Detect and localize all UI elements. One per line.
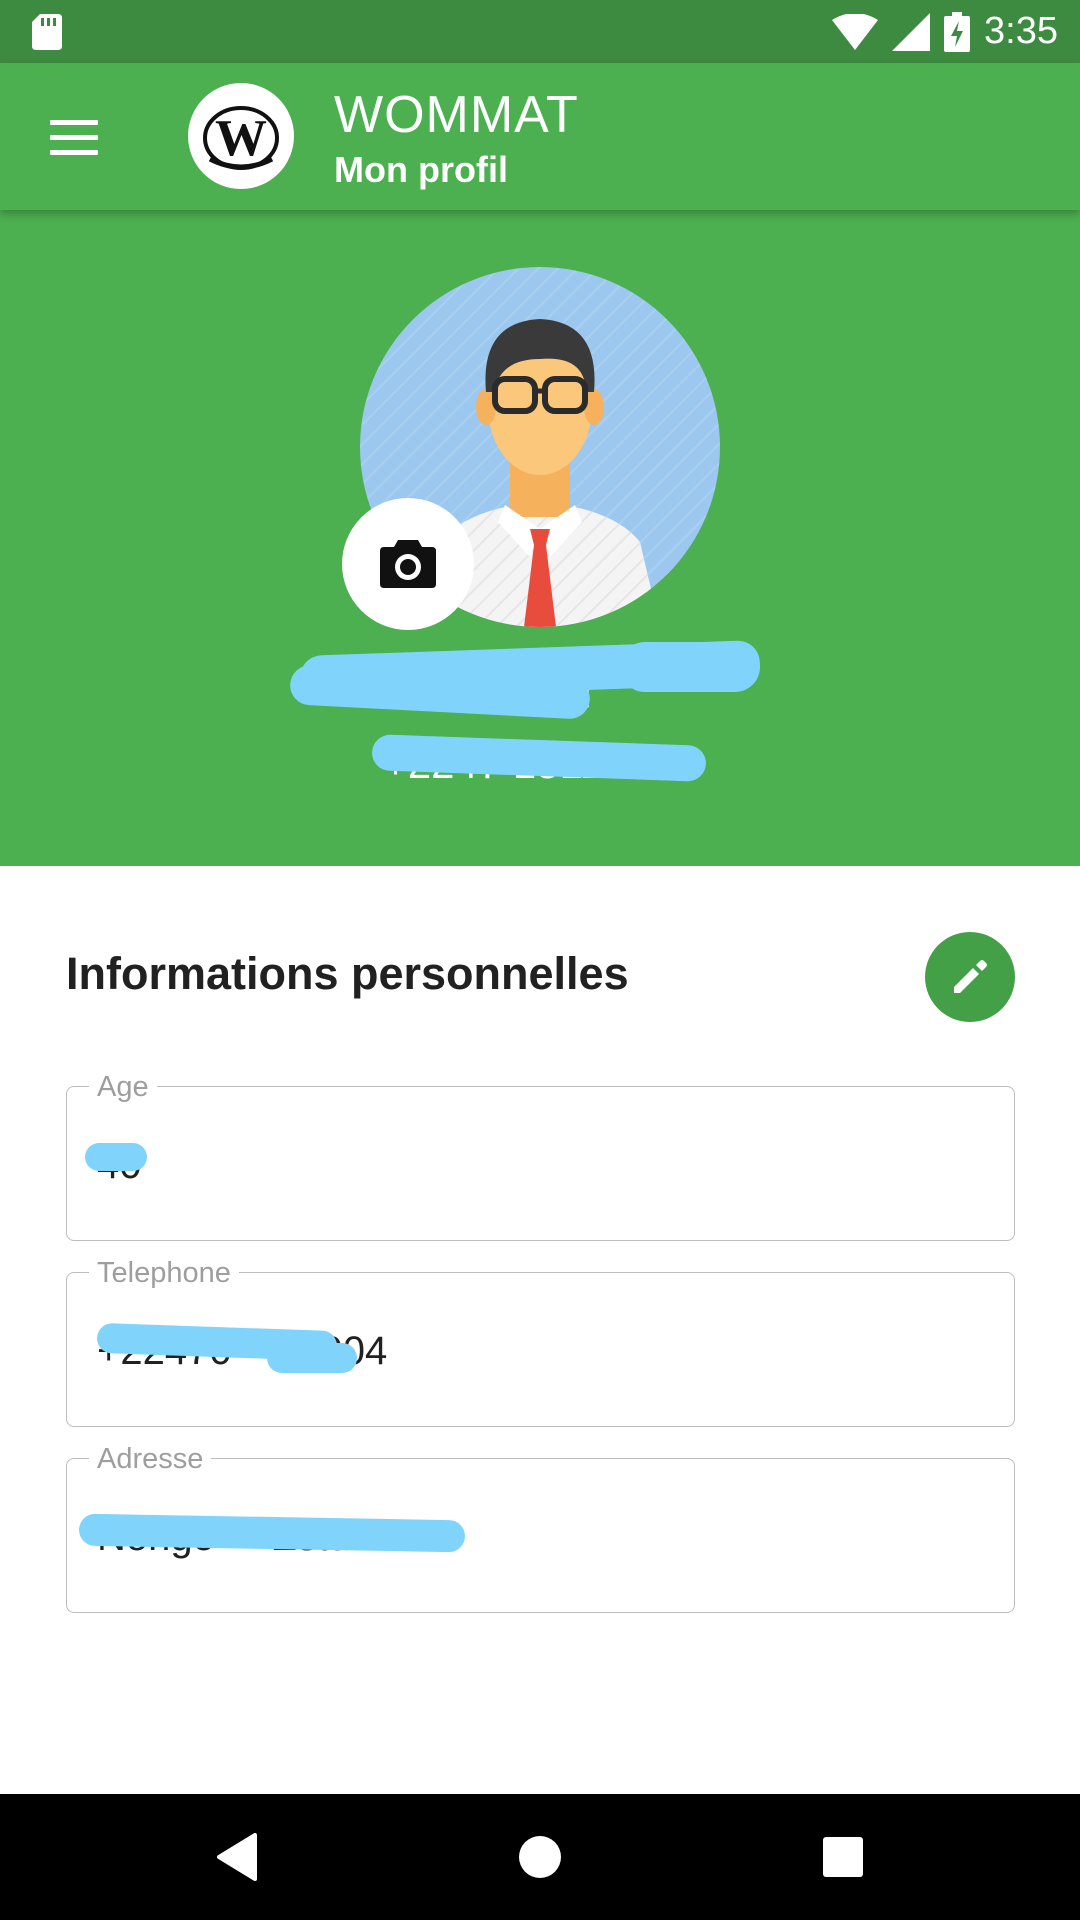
home-button[interactable] (505, 1824, 575, 1890)
menu-icon[interactable] (38, 109, 110, 165)
age-field[interactable]: Age 40 (66, 1071, 1015, 1241)
camera-icon (380, 540, 436, 588)
app-logo: W (188, 83, 294, 189)
logo-w-icon: W (203, 106, 279, 170)
home-circle-icon (519, 1836, 561, 1878)
age-field-label: Age (89, 1071, 157, 1103)
sd-card-icon (32, 14, 62, 50)
app-subtitle: Mon profil (334, 149, 508, 190)
recents-square-icon (823, 1837, 863, 1877)
telephone-field-label: Telephone (89, 1257, 239, 1289)
redaction-mark (78, 1513, 466, 1553)
edit-profile-button[interactable] (925, 932, 1015, 1022)
section-title: Informations personnelles (66, 948, 629, 999)
back-button[interactable] (202, 1824, 272, 1890)
profile-header: Wa ad +2247 15110004 (0, 210, 1080, 866)
app-bar: W WOMMAT Mon profil (0, 63, 1080, 210)
svg-text:W: W (215, 110, 267, 167)
telephone-field[interactable]: Telephone +22470 0004 (66, 1257, 1015, 1427)
status-bar: 3:35 (0, 0, 1080, 63)
signal-icon (892, 12, 931, 51)
redaction-mark (85, 1143, 147, 1171)
address-field[interactable]: Adresse Nongo Estuaire (66, 1443, 1015, 1613)
system-nav-bar (0, 1794, 1080, 1920)
app-title: WOMMAT (334, 86, 579, 144)
status-time: 3:35 (984, 10, 1058, 52)
address-field-label: Adresse (89, 1443, 212, 1475)
pencil-icon (954, 960, 987, 993)
battery-charging-icon (944, 11, 971, 52)
redaction-mark (620, 642, 760, 692)
wifi-icon (832, 13, 879, 50)
back-triangle-icon (217, 1833, 257, 1881)
redaction-mark (267, 1343, 357, 1373)
recents-button[interactable] (808, 1824, 878, 1890)
change-photo-button[interactable] (342, 498, 474, 630)
